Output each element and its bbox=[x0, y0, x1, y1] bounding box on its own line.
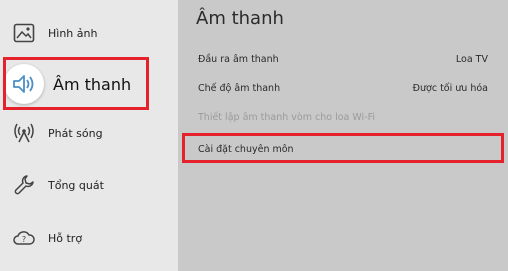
svg-text:?: ? bbox=[22, 235, 26, 244]
sidebar-item-label: Âm thanh bbox=[53, 74, 132, 94]
setting-row-expert-settings[interactable]: Cài đặt chuyên môn bbox=[188, 136, 503, 162]
sidebar-item-label: Hỗ trợ bbox=[48, 231, 83, 245]
setting-value: Được tối ưu hóa bbox=[412, 82, 488, 94]
sound-panel: Âm thanh Đầu ra âm thanh Loa TV Chế độ â… bbox=[178, 0, 508, 271]
sidebar-item-label: Hình ảnh bbox=[48, 26, 98, 40]
broadcast-icon bbox=[10, 119, 38, 147]
wrench-icon bbox=[10, 171, 38, 199]
setting-value: Loa TV bbox=[455, 53, 488, 65]
setting-label: Thiết lập âm thanh vòm cho loa Wi-Fi bbox=[198, 111, 376, 123]
sidebar-item-broadcast[interactable]: Phát sóng bbox=[0, 113, 178, 153]
setting-label: Cài đặt chuyên môn bbox=[198, 143, 294, 155]
page-title: Âm thanh bbox=[196, 8, 284, 29]
support-cloud-icon: ? bbox=[10, 224, 38, 252]
settings-sidebar: Hình ảnh Âm thanh Phát sóng Tổng quát ? … bbox=[0, 0, 178, 271]
setting-label: Chế độ âm thanh bbox=[198, 82, 281, 94]
sidebar-item-picture[interactable]: Hình ảnh bbox=[0, 13, 178, 53]
setting-label: Đầu ra âm thanh bbox=[198, 53, 279, 65]
setting-row-wifi-surround: Thiết lập âm thanh vòm cho loa Wi-Fi bbox=[198, 106, 494, 128]
sidebar-item-support[interactable]: ? Hỗ trợ bbox=[0, 218, 178, 258]
picture-icon bbox=[10, 19, 38, 47]
sidebar-item-label: Tổng quát bbox=[48, 178, 104, 192]
speaker-icon bbox=[4, 64, 44, 104]
sidebar-item-sound[interactable]: Âm thanh bbox=[0, 55, 178, 113]
sidebar-item-label: Phát sóng bbox=[48, 126, 103, 140]
setting-row-sound-mode[interactable]: Chế độ âm thanh Được tối ưu hóa bbox=[198, 77, 494, 99]
sidebar-item-general[interactable]: Tổng quát bbox=[0, 165, 178, 205]
setting-row-sound-output[interactable]: Đầu ra âm thanh Loa TV bbox=[198, 48, 494, 70]
